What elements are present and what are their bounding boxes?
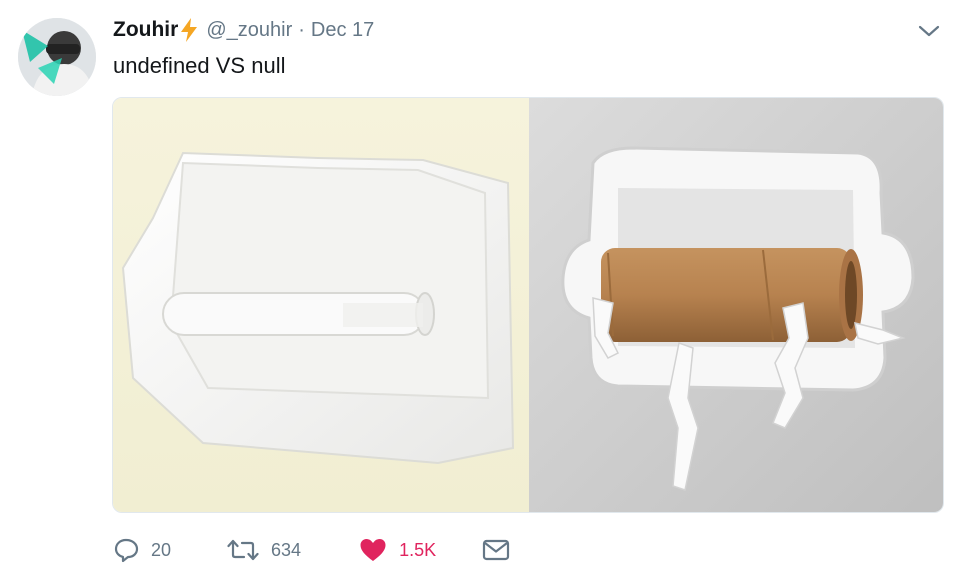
tweet-header: Zouhir @_zouhir · Dec 17 [113,17,374,43]
tweet-date[interactable]: Dec 17 [311,19,374,42]
heart-icon [359,537,387,563]
retweet-button[interactable]: 634 [227,535,301,565]
direct-message-button[interactable] [482,535,510,565]
avatar-image [18,18,96,96]
chevron-down-icon[interactable] [918,24,940,38]
envelope-icon [482,539,510,561]
tweet-text: undefined VS null [113,53,286,78]
lightning-bolt-icon [180,18,198,42]
author-handle[interactable]: @_zouhir [206,19,292,42]
like-count: 1.5K [399,539,437,560]
author-name[interactable]: Zouhir [113,18,178,42]
avatar[interactable] [18,18,96,96]
retweet-count: 634 [271,539,302,560]
tweet-card: Zouhir @_zouhir · Dec 17 undefined VS nu… [0,0,960,577]
tweet-media[interactable] [112,97,944,513]
media-image [113,98,943,512]
tweet-actions: 20 634 1.5K [113,535,510,565]
reply-button[interactable]: 20 [113,535,171,565]
like-button[interactable]: 1.5K [359,535,436,565]
reply-count: 20 [151,539,172,560]
retweet-icon [227,538,259,562]
header-separator: · [298,18,305,41]
reply-icon [113,537,139,563]
